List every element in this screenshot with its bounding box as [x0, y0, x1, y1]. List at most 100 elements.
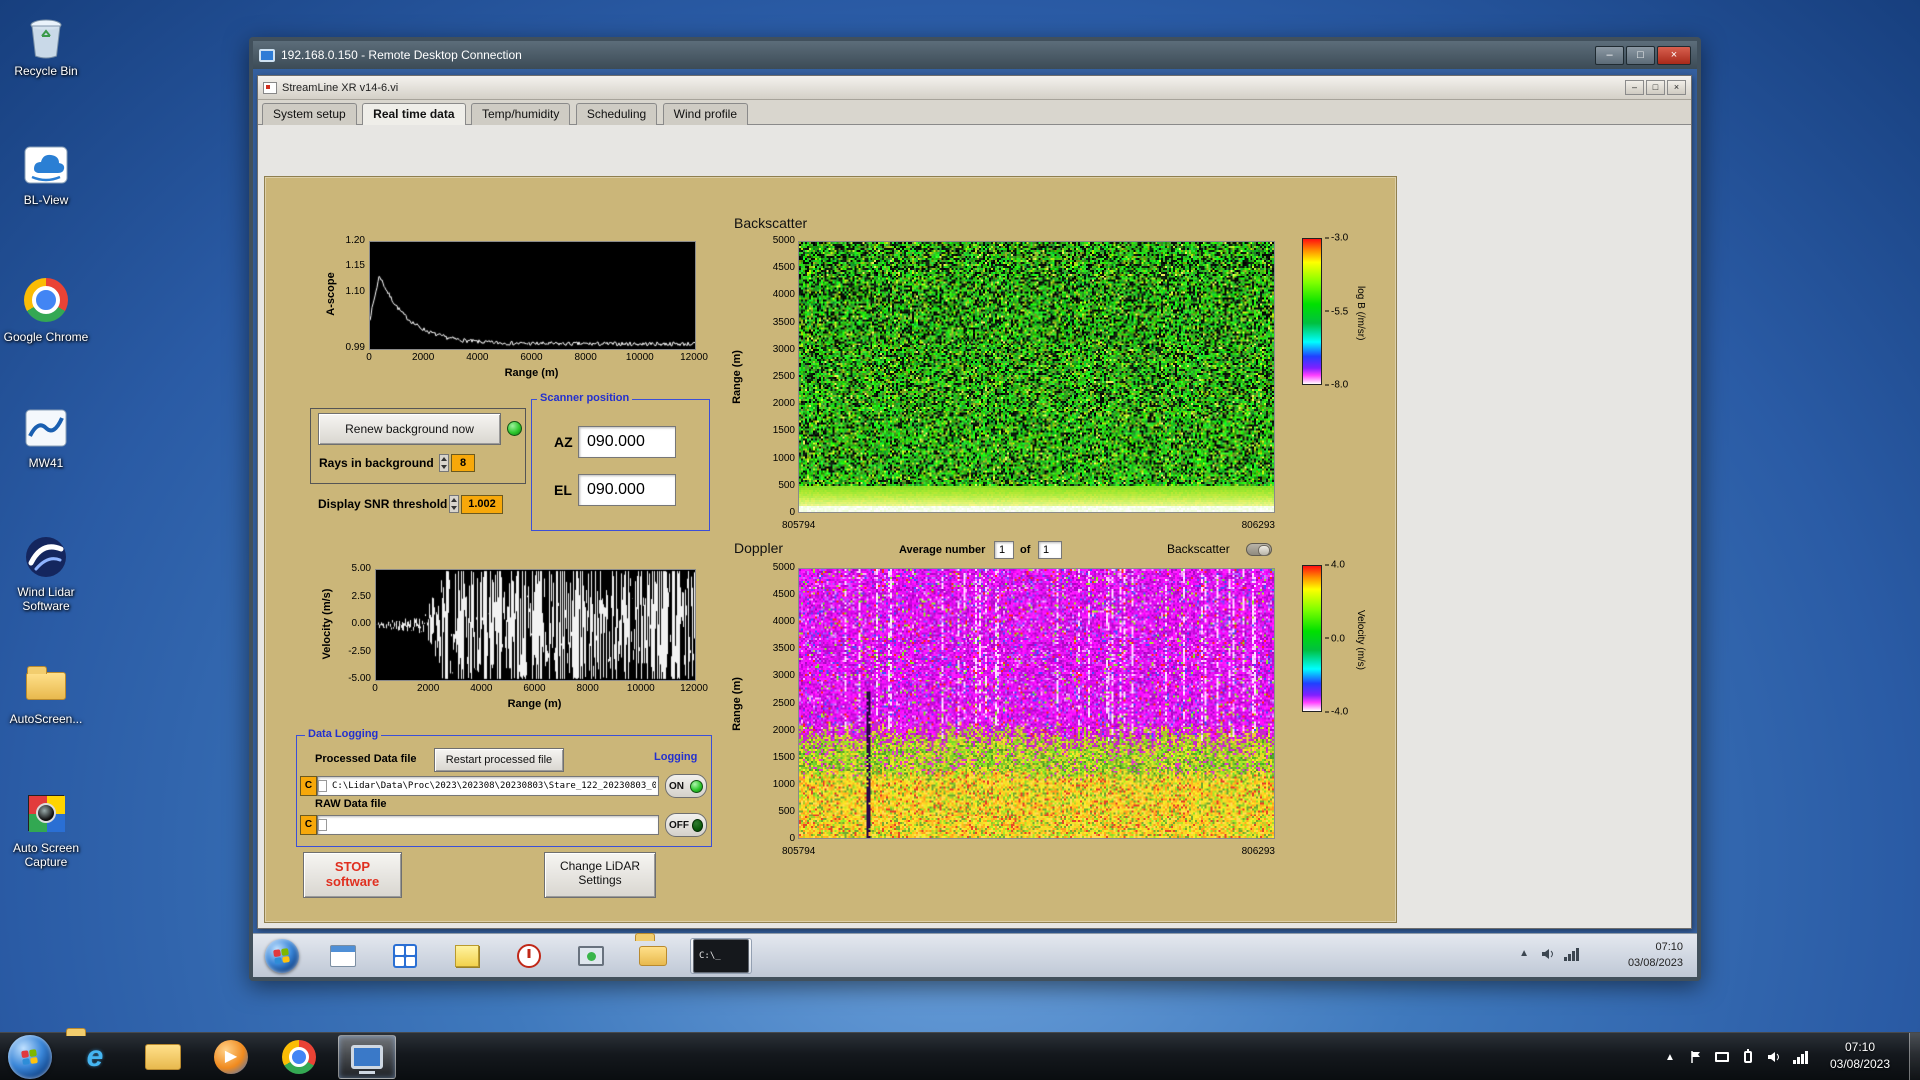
chrome-icon — [282, 1040, 316, 1074]
doppler-yticks: 5000450040003500300025002000150010005000 — [751, 568, 795, 839]
tick-label: -5.5 — [1325, 306, 1348, 317]
doppler-heatmap — [798, 568, 1275, 839]
app-titlebar[interactable]: StreamLine XR v14-6.vi – □ × — [258, 76, 1691, 100]
app-close-button[interactable]: × — [1667, 80, 1686, 95]
el-value-field[interactable] — [578, 474, 676, 506]
remote-taskbar-notes-icon[interactable] — [449, 940, 485, 972]
app-window-title: StreamLine XR v14-6.vi — [282, 82, 398, 94]
velocity-xticks: 020004000600080001000012000 — [375, 683, 694, 695]
rdp-restore-button[interactable]: □ — [1626, 46, 1655, 65]
tick-label: 1.15 — [346, 261, 365, 271]
remote-taskbar-cmd-window[interactable]: C:\_ — [690, 938, 752, 974]
ascope-yticks: 1.201.151.100.99 — [311, 241, 365, 348]
az-value-field[interactable] — [578, 426, 676, 458]
rdp-window-title: 192.168.0.150 - Remote Desktop Connectio… — [281, 48, 522, 62]
app-minimize-button[interactable]: – — [1625, 80, 1644, 95]
remote-taskbar-folder-icon[interactable] — [635, 940, 671, 972]
action-center-icon[interactable] — [1688, 1049, 1704, 1065]
raw-path-input[interactable] — [317, 815, 659, 835]
drive-select[interactable]: C — [300, 815, 317, 835]
remote-start-button[interactable] — [265, 939, 299, 973]
remote-taskbar-capture-icon[interactable] — [573, 940, 609, 972]
remote-clock[interactable]: 07:10 03/08/2023 — [1628, 939, 1683, 971]
renew-background-button[interactable]: Renew background now — [318, 413, 501, 445]
snr-threshold-label: Display SNR threshold — [318, 497, 447, 511]
taskbar-explorer-icon[interactable] — [134, 1035, 192, 1079]
data-logging-box: Data Logging Processed Data file Restart… — [296, 735, 712, 847]
backscatter-ylabel: Range (m) — [731, 337, 743, 417]
rdp-titlebar[interactable]: 192.168.0.150 - Remote Desktop Connectio… — [253, 41, 1697, 69]
power-plug-icon[interactable] — [1740, 1049, 1756, 1065]
tick-label: 4500 — [773, 590, 795, 600]
start-button[interactable] — [8, 1035, 52, 1079]
rdp-minimize-button[interactable]: – — [1595, 46, 1624, 65]
remote-clock-date: 03/08/2023 — [1628, 955, 1683, 971]
backscatter-title: Backscatter — [734, 215, 807, 231]
rdp-close-button[interactable]: × — [1657, 46, 1691, 65]
remote-network-icon[interactable] — [1564, 948, 1579, 961]
remote-volume-icon[interactable] — [1541, 948, 1555, 963]
remote-desktop-icon — [351, 1045, 383, 1069]
hidden-icons-arrow[interactable]: ▲ — [1662, 1049, 1678, 1065]
backscatter-toggle[interactable] — [1246, 543, 1272, 556]
front-panel: A-scope 1.201.151.100.99 020004000600080… — [264, 176, 1397, 923]
snr-spinner[interactable] — [449, 495, 459, 513]
taskbar-wmp-icon[interactable]: ▶ — [202, 1035, 260, 1079]
recycle-bin-icon — [22, 12, 70, 60]
app-maximize-button[interactable]: □ — [1646, 80, 1665, 95]
processed-logging-led — [690, 780, 703, 793]
rays-spinner[interactable] — [439, 454, 449, 472]
processed-logging-toggle[interactable]: ON — [665, 774, 707, 798]
backscatter-yticks: 5000450040003500300025002000150010005000 — [751, 241, 795, 513]
taskbar-clock[interactable]: 07:10 03/08/2023 — [1814, 1039, 1906, 1073]
remote-taskbar-power-icon[interactable] — [511, 940, 547, 972]
drive-select[interactable]: C — [300, 776, 317, 796]
display-icon[interactable] — [1714, 1049, 1730, 1065]
desktop-icon-bl-view[interactable]: BL-View — [2, 141, 90, 207]
desktop-icon-google-chrome[interactable]: Google Chrome — [2, 276, 90, 344]
backscatter-x-end: 806293 — [1242, 520, 1275, 531]
tick-label: -4.0 — [1325, 707, 1348, 718]
tab-system-setup[interactable]: System setup — [262, 103, 357, 125]
stop-software-button[interactable]: STOP software — [303, 852, 402, 898]
desktop-icon-label: BL-View — [2, 193, 90, 207]
folder-icon — [22, 660, 70, 708]
desktop-icon-autoscreen-folder[interactable]: AutoScreen... — [2, 660, 90, 726]
el-label: EL — [554, 482, 572, 498]
desktop-icon-mw41[interactable]: MW41 — [2, 404, 90, 470]
volume-icon[interactable] — [1766, 1049, 1782, 1065]
raw-logging-toggle[interactable]: OFF — [665, 813, 707, 837]
rays-value-field[interactable]: 8 — [451, 454, 475, 472]
tick-label: 4500 — [773, 263, 795, 273]
restart-processed-file-button[interactable]: Restart processed file — [434, 748, 564, 772]
remote-hidden-icons-arrow[interactable]: ▲ — [1519, 948, 1529, 959]
desktop-icon-wind-lidar[interactable]: Wind Lidar Software — [2, 533, 90, 613]
tick-label: 3000 — [773, 345, 795, 355]
logging-label: Logging — [654, 751, 697, 763]
az-label: AZ — [554, 434, 573, 450]
taskbar-ie-icon[interactable]: e — [66, 1035, 124, 1079]
network-icon[interactable] — [1792, 1049, 1808, 1065]
of-count-field[interactable] — [1038, 541, 1062, 559]
desktop-icon-recycle-bin[interactable]: Recycle Bin — [2, 12, 90, 78]
rays-in-background-label: Rays in background — [319, 456, 434, 470]
tab-real-time-data[interactable]: Real time data — [362, 103, 465, 125]
change-lidar-settings-button[interactable]: Change LiDAR Settings — [544, 852, 656, 898]
average-number-field[interactable] — [994, 541, 1014, 559]
tab-scheduling[interactable]: Scheduling — [576, 103, 657, 125]
show-desktop-button[interactable] — [1909, 1033, 1920, 1080]
desktop-icon-auto-screen-capture[interactable]: Auto Screen Capture — [2, 789, 90, 869]
taskbar-chrome-icon[interactable] — [270, 1035, 328, 1079]
tab-wind-profile[interactable]: Wind profile — [663, 103, 748, 125]
processed-data-file-label: Processed Data file — [315, 753, 417, 765]
remote-taskbar-explorer-icon[interactable] — [325, 940, 361, 972]
folder-icon — [145, 1044, 181, 1070]
snr-value-field[interactable]: 1.002 — [461, 495, 503, 514]
processed-path-input[interactable] — [317, 776, 659, 796]
tab-temp-humidity[interactable]: Temp/humidity — [471, 103, 570, 125]
tick-label: 3500 — [773, 318, 795, 328]
remote-taskbar-grid-app-icon[interactable] — [387, 940, 423, 972]
taskbar-rdp-icon[interactable] — [338, 1035, 396, 1079]
background-led — [507, 421, 522, 436]
tick-label: 0 — [789, 508, 795, 518]
